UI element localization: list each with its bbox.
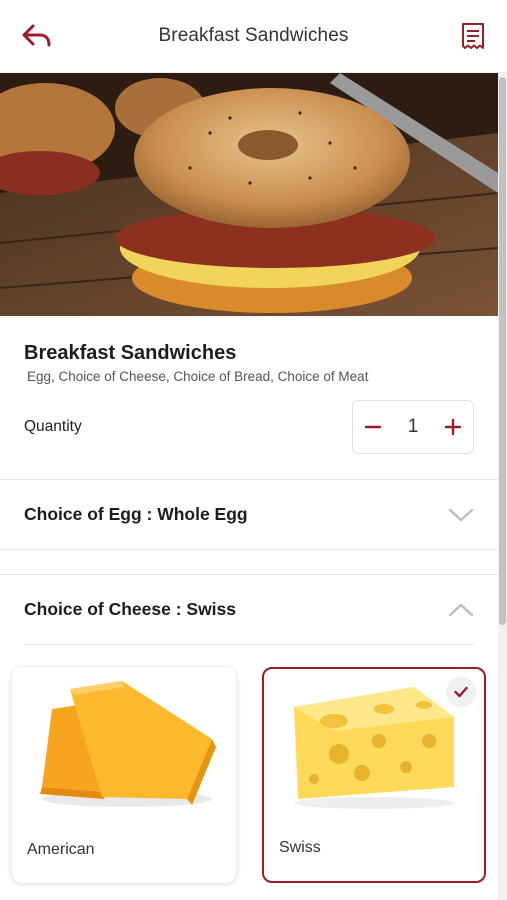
- plus-icon: [445, 418, 462, 436]
- scrollbar[interactable]: [498, 73, 507, 900]
- american-cheese-image: [40, 681, 216, 807]
- scrollbar-thumb[interactable]: [499, 77, 506, 625]
- chevron-up-icon: [448, 603, 474, 616]
- page-title: Breakfast Sandwiches: [158, 25, 349, 46]
- receipt-button[interactable]: [455, 18, 491, 54]
- option-card-swiss[interactable]: Swiss: [262, 667, 486, 883]
- minus-icon: [364, 425, 381, 429]
- option-label: American: [27, 841, 95, 858]
- item-info: Breakfast Sandwiches Egg, Choice of Chee…: [0, 316, 498, 455]
- option-label: Swiss: [279, 839, 321, 856]
- option-card-american[interactable]: American: [12, 667, 236, 883]
- top-bar: Breakfast Sandwiches: [0, 0, 507, 73]
- item-name: Breakfast Sandwiches: [24, 342, 237, 364]
- receipt-icon: [462, 23, 484, 49]
- accordion-title: Choice of Egg : Whole Egg: [24, 504, 248, 524]
- item-hero-image: [0, 73, 498, 316]
- decrease-quantity-button[interactable]: [359, 413, 387, 441]
- quantity-value: 1: [407, 416, 419, 437]
- quantity-row: Quantity 1: [24, 399, 474, 455]
- checkmark-icon: [454, 686, 468, 698]
- section-gap: [0, 550, 498, 574]
- accordion-title: Choice of Cheese : Swiss: [24, 599, 237, 619]
- accordion-choice-of-cheese[interactable]: Choice of Cheese : Swiss: [0, 575, 498, 644]
- back-button[interactable]: [18, 18, 54, 54]
- accordion-choice-of-egg[interactable]: Choice of Egg : Whole Egg: [0, 480, 498, 549]
- item-description: Egg, Choice of Cheese, Choice of Bread, …: [27, 369, 369, 384]
- item-detail-scroll[interactable]: Breakfast Sandwiches Egg, Choice of Chee…: [0, 73, 507, 900]
- quantity-label: Quantity: [24, 418, 82, 435]
- increase-quantity-button[interactable]: [439, 413, 467, 441]
- quantity-stepper: 1: [352, 400, 474, 454]
- back-arrow-icon: [22, 24, 51, 47]
- cheese-options: American Swiss: [0, 645, 498, 900]
- chevron-down-icon: [448, 508, 474, 521]
- selected-badge: [446, 677, 476, 707]
